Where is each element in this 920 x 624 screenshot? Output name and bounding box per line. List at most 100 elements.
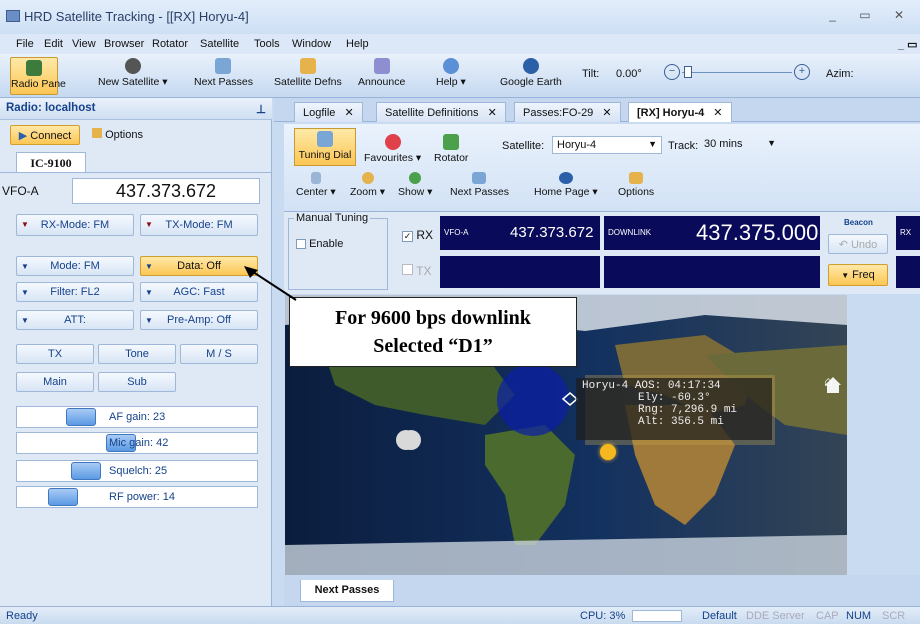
filter-dropdown[interactable]: ▼ Filter: FL2 (16, 282, 134, 302)
tilt-slider[interactable]: − + (664, 64, 814, 82)
new-satellite-button[interactable]: New Satellite ▾ (98, 58, 167, 88)
mic-gain-slider[interactable]: Mic gain: 42 (16, 432, 258, 454)
tx-checkbox[interactable]: TX (402, 264, 431, 278)
slider-knob[interactable] (66, 408, 96, 426)
tab-horyu4[interactable]: [RX] Horyu-4 ✕ (628, 102, 732, 122)
tab-next-passes[interactable]: Next Passes (300, 580, 394, 602)
menu-file[interactable]: File (16, 38, 34, 50)
close-icon[interactable]: ✕ (713, 107, 722, 119)
dropdown-arrow-icon: ▼ (21, 288, 29, 297)
preamp-dropdown[interactable]: ▼ Pre-Amp: Off (140, 310, 258, 330)
sat-aos: AOS: 04:17:34 (634, 380, 721, 392)
options-button[interactable]: Options (92, 128, 143, 141)
sub-button[interactable]: Sub (98, 372, 176, 392)
rx-mode-button[interactable]: ▼ RX-Mode: FM (16, 214, 134, 236)
enable-checkbox[interactable]: Enable (296, 238, 343, 250)
slider-knob[interactable] (48, 488, 78, 506)
satellite-select[interactable]: Horyu-4 ▼ (552, 136, 662, 154)
next-passes-inner-button[interactable]: Next Passes (450, 172, 509, 198)
show-button[interactable]: Show ▾ (398, 172, 432, 198)
vfo-frequency-display[interactable]: 437.373.672 (72, 178, 260, 204)
options-label: Options (105, 129, 143, 141)
tab-satellite-definitions[interactable]: Satellite Definitions ✕ (376, 102, 506, 122)
af-gain-slider[interactable]: AF gain: 23 (16, 406, 258, 428)
next-passes-button[interactable]: Next Passes (194, 58, 253, 88)
menu-tools[interactable]: Tools (254, 38, 280, 50)
tx-mode-button[interactable]: ▼ TX-Mode: FM (140, 214, 258, 236)
document-tabs: Logfile ✕ Satellite Definitions ✕ Passes… (274, 98, 920, 122)
manual-tuning-group (288, 218, 388, 290)
rf-power-slider[interactable]: RF power: 14 (16, 486, 258, 508)
app-icon (6, 10, 20, 22)
tuning-dial-label: Tuning Dial (298, 149, 352, 161)
close-icon[interactable]: ✕ (488, 107, 497, 119)
tx-button[interactable]: TX (16, 344, 94, 364)
tilt-label: Tilt: (582, 68, 600, 80)
home-page-button[interactable]: Home Page ▾ (534, 172, 598, 198)
tone-button[interactable]: Tone (98, 344, 176, 364)
connect-button[interactable]: ▶ Connect (10, 125, 80, 145)
zoom-button[interactable]: Zoom ▾ (350, 172, 385, 198)
window-controls[interactable]: _ ▭ ✕ (829, 8, 914, 22)
menu-help[interactable]: Help (346, 38, 369, 50)
att-dropdown[interactable]: ▼ ATT: (16, 310, 134, 330)
rotator-button[interactable]: Rotator (434, 134, 468, 164)
tuning-dial-button[interactable]: Tuning Dial (294, 128, 356, 166)
options-icon (629, 172, 644, 184)
mdi-controls[interactable]: _ ▭ (898, 38, 918, 51)
main-button[interactable]: Main (16, 372, 94, 392)
beacon-label: Beacon (844, 218, 873, 227)
track-select[interactable]: 30 mins ▼ (700, 136, 780, 154)
help-label: Help ▾ (436, 76, 466, 88)
satellite-defns-button[interactable]: Satellite Defns (274, 58, 342, 88)
checkbox-icon (296, 239, 306, 250)
rx-checkbox[interactable]: ✓ RX (402, 228, 433, 242)
close-icon[interactable]: ✕ (344, 107, 353, 119)
favourites-button[interactable]: Favourites ▾ (364, 134, 421, 164)
squelch-slider[interactable]: Squelch: 25 (16, 460, 258, 482)
tab-logfile[interactable]: Logfile ✕ (294, 102, 363, 122)
announce-button[interactable]: Announce (358, 58, 405, 88)
tab-label: Passes:FO-29 (523, 107, 594, 119)
num-indicator: NUM (846, 610, 872, 622)
mode-dropdown[interactable]: ▼ Mode: FM (16, 256, 134, 276)
agc-label: AGC: Fast (173, 286, 225, 298)
zoom-in-icon[interactable]: + (794, 64, 810, 80)
close-icon[interactable]: ✕ (602, 107, 611, 119)
menu-window[interactable]: Window (292, 38, 331, 50)
help-button[interactable]: Help ▾ (436, 58, 466, 88)
checkmark-icon: ✓ (402, 231, 413, 242)
radio-pane-header: Radio: localhost ⊥ (0, 98, 272, 120)
sat-altitude: Alt: 356.5 mi (638, 416, 724, 428)
downlink-value: 437.375.000 (696, 220, 819, 245)
menu-browser[interactable]: Browser (104, 38, 144, 50)
menu-edit[interactable]: Edit (44, 38, 63, 50)
radio-model-tab[interactable]: IC-9100 (16, 152, 86, 172)
next-passes-icon (215, 58, 232, 74)
rx-label: RX (416, 228, 434, 242)
menu-rotator[interactable]: Rotator (152, 38, 188, 50)
track-value: 30 mins (704, 138, 743, 150)
downlink-display[interactable]: DOWNLINK 437.375.000 (604, 216, 820, 250)
undo-button[interactable]: ↶ Undo (828, 234, 888, 254)
menu-satellite[interactable]: Satellite (200, 38, 239, 50)
vfo-a-lcd-label: VFO-A (444, 228, 469, 237)
tab-passes-fo29[interactable]: Passes:FO-29 ✕ (514, 102, 621, 122)
slider-thumb[interactable] (684, 66, 692, 78)
options-inner-button[interactable]: Options (618, 172, 654, 198)
center-button[interactable]: Center ▾ (296, 172, 336, 198)
slider-knob[interactable] (71, 462, 101, 480)
ms-button[interactable]: M / S (180, 344, 258, 364)
pin-icon[interactable]: ⊥ (256, 102, 266, 116)
play-icon: ▶ (18, 130, 28, 142)
chevron-down-icon: ▼ (767, 138, 776, 148)
favourites-label: Favourites ▾ (364, 152, 422, 164)
menu-view[interactable]: View (72, 38, 96, 50)
zoom-label: Zoom ▾ (350, 186, 386, 198)
radio-pane-button[interactable]: Radio Pane (10, 57, 66, 95)
freq-button[interactable]: ▼ Freq (828, 264, 888, 286)
google-earth-button[interactable]: Google Earth (500, 58, 562, 88)
zoom-out-icon[interactable]: − (664, 64, 680, 80)
vfo-a-display[interactable]: VFO-A 437.373.672 (440, 216, 600, 250)
show-label: Show ▾ (398, 186, 433, 198)
